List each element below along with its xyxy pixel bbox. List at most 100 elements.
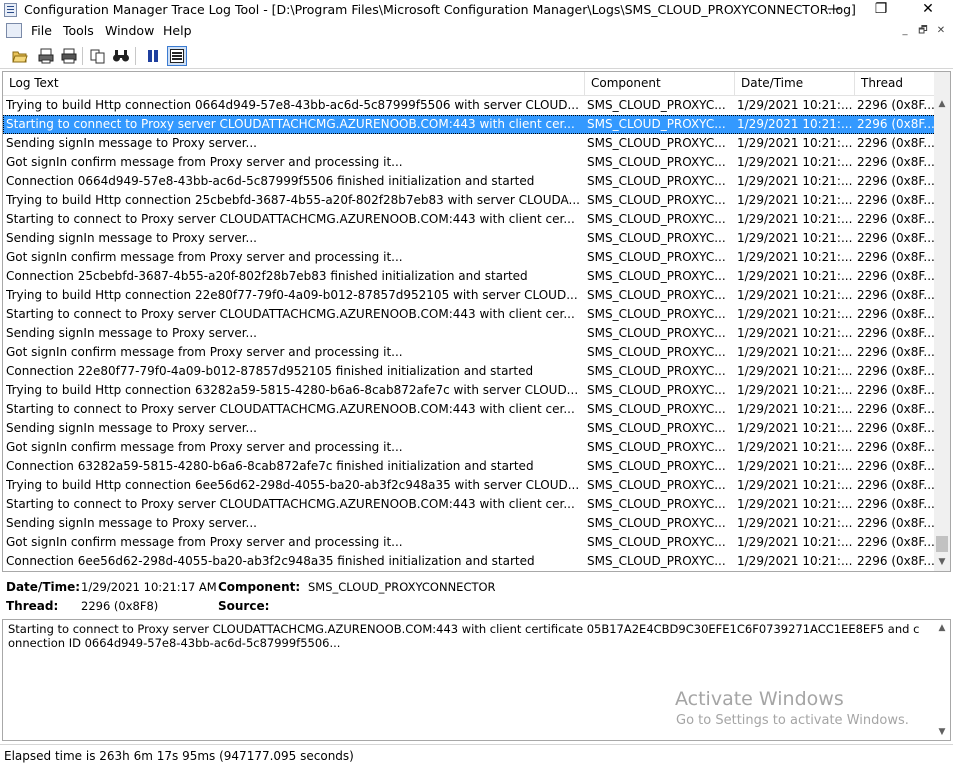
scroll-down-arrow-icon[interactable]: ▼ bbox=[934, 554, 950, 570]
component-cell: SMS_CLOUD_PROXYC... bbox=[587, 421, 726, 435]
mdi-restore-button[interactable]: 🗗 bbox=[915, 24, 931, 38]
find-icon[interactable] bbox=[111, 46, 131, 66]
thread-cell: 2296 (0x8F... bbox=[857, 307, 935, 321]
thread-cell: 2296 (0x8F... bbox=[857, 212, 935, 226]
table-row[interactable]: Trying to build Http connection 6ee56d62… bbox=[3, 476, 936, 495]
menu-window[interactable]: Window bbox=[105, 23, 154, 38]
table-row[interactable]: Starting to connect to Proxy server CLOU… bbox=[3, 495, 936, 514]
scroll-up-arrow-icon[interactable]: ▲ bbox=[934, 96, 950, 112]
table-row[interactable]: Connection 25cbebfd-3687-4b55-a20f-802f2… bbox=[3, 267, 936, 286]
table-row[interactable]: Starting to connect to Proxy server CLOU… bbox=[3, 305, 936, 324]
status-bar: Elapsed time is 263h 6m 17s 95ms (947177… bbox=[0, 744, 953, 767]
maximize-button[interactable]: ❐ bbox=[858, 0, 904, 20]
component-label: Component: bbox=[218, 580, 301, 594]
print-setup-icon[interactable] bbox=[36, 46, 56, 66]
mdi-close-button[interactable]: ✕ bbox=[933, 24, 949, 38]
message-scroll-down-arrow-icon[interactable]: ▼ bbox=[934, 724, 950, 740]
thread-cell: 2296 (0x8F... bbox=[857, 516, 935, 530]
message-vertical-scrollbar[interactable]: ▲ ▼ bbox=[934, 620, 950, 740]
thread-cell: 2296 (0x8F... bbox=[857, 231, 935, 245]
table-row[interactable]: Sending signIn message to Proxy server..… bbox=[3, 324, 936, 343]
table-row[interactable]: Connection 0664d949-57e8-43bb-ac6d-5c879… bbox=[3, 172, 936, 191]
column-header-component[interactable]: Component bbox=[585, 72, 735, 95]
column-header-thread[interactable]: Thread bbox=[855, 72, 936, 95]
message-scroll-up-arrow-icon[interactable]: ▲ bbox=[934, 620, 950, 636]
component-cell: SMS_CLOUD_PROXYC... bbox=[587, 326, 726, 340]
minimize-button[interactable]: — bbox=[811, 0, 857, 20]
column-header-datetime[interactable]: Date/Time bbox=[735, 72, 855, 95]
table-row[interactable]: Starting to connect to Proxy server CLOU… bbox=[3, 210, 936, 229]
table-row[interactable]: Connection 22e80f77-79f0-4a09-b012-87857… bbox=[3, 362, 936, 381]
menu-tools[interactable]: Tools bbox=[63, 23, 94, 38]
table-row[interactable]: Trying to build Http connection 0664d949… bbox=[3, 96, 936, 115]
log-text-cell: Got signIn confirm message from Proxy se… bbox=[6, 345, 403, 359]
table-row[interactable]: Trying to build Http connection 63282a59… bbox=[3, 381, 936, 400]
log-text-cell: Got signIn confirm message from Proxy se… bbox=[6, 155, 403, 169]
table-row[interactable]: Sending signIn message to Proxy server..… bbox=[3, 514, 936, 533]
table-row[interactable]: Sending signIn message to Proxy server..… bbox=[3, 229, 936, 248]
thread-cell: 2296 (0x8F... bbox=[857, 117, 935, 131]
component-cell: SMS_CLOUD_PROXYC... bbox=[587, 174, 726, 188]
thread-cell: 2296 (0x8F... bbox=[857, 421, 935, 435]
log-text-cell: Starting to connect to Proxy server CLOU… bbox=[6, 307, 575, 321]
thread-cell: 2296 (0x8F... bbox=[857, 174, 935, 188]
datetime-cell: 1/29/2021 10:21:... bbox=[737, 345, 853, 359]
window-title: Configuration Manager Trace Log Tool - [… bbox=[24, 2, 856, 17]
component-cell: SMS_CLOUD_PROXYC... bbox=[587, 231, 726, 245]
table-row[interactable]: Got signIn confirm message from Proxy se… bbox=[3, 438, 936, 457]
title-bar: Configuration Manager Trace Log Tool - [… bbox=[0, 0, 953, 20]
table-row[interactable]: Got signIn confirm message from Proxy se… bbox=[3, 533, 936, 552]
component-cell: SMS_CLOUD_PROXYC... bbox=[587, 364, 726, 378]
component-cell: SMS_CLOUD_PROXYC... bbox=[587, 250, 726, 264]
table-row[interactable]: Got signIn confirm message from Proxy se… bbox=[3, 248, 936, 267]
thread-value: 2296 (0x8F8) bbox=[81, 599, 159, 613]
component-cell: SMS_CLOUD_PROXYC... bbox=[587, 269, 726, 283]
highlight-icon[interactable] bbox=[167, 46, 187, 66]
pause-icon[interactable] bbox=[143, 46, 163, 66]
thread-cell: 2296 (0x8F... bbox=[857, 383, 935, 397]
datetime-cell: 1/29/2021 10:21:... bbox=[737, 440, 853, 454]
activate-windows-watermark: Activate Windows bbox=[675, 688, 844, 710]
table-row[interactable]: Got signIn confirm message from Proxy se… bbox=[3, 343, 936, 362]
component-cell: SMS_CLOUD_PROXYC... bbox=[587, 98, 726, 112]
component-cell: SMS_CLOUD_PROXYC... bbox=[587, 288, 726, 302]
open-icon[interactable] bbox=[10, 46, 30, 66]
close-button[interactable]: ✕ bbox=[905, 0, 951, 20]
log-text-cell: Connection 22e80f77-79f0-4a09-b012-87857… bbox=[6, 364, 534, 378]
thread-cell: 2296 (0x8F... bbox=[857, 535, 935, 549]
details-panel: Date/Time: 1/29/2021 10:21:17 AM Compone… bbox=[0, 574, 953, 618]
table-row[interactable]: Connection 63282a59-5815-4280-b6a6-8cab8… bbox=[3, 457, 936, 476]
table-row[interactable]: Connection 6ee56d62-298d-4055-ba20-ab3f2… bbox=[3, 552, 936, 571]
log-text-cell: Starting to connect to Proxy server CLOU… bbox=[6, 402, 575, 416]
copy-icon[interactable] bbox=[88, 46, 108, 66]
component-value: SMS_CLOUD_PROXYCONNECTOR bbox=[308, 580, 496, 594]
table-row[interactable]: Sending signIn message to Proxy server..… bbox=[3, 134, 936, 153]
component-cell: SMS_CLOUD_PROXYC... bbox=[587, 345, 726, 359]
thread-cell: 2296 (0x8F... bbox=[857, 288, 935, 302]
thread-cell: 2296 (0x8F... bbox=[857, 345, 935, 359]
thread-cell: 2296 (0x8F... bbox=[857, 326, 935, 340]
print-icon[interactable] bbox=[59, 46, 79, 66]
menu-help[interactable]: Help bbox=[163, 23, 192, 38]
table-row-selected[interactable]: Starting to connect to Proxy server CLOU… bbox=[3, 115, 936, 134]
table-row[interactable]: Trying to build Http connection 22e80f77… bbox=[3, 286, 936, 305]
menu-file[interactable]: File bbox=[31, 23, 52, 38]
table-row[interactable]: Sending signIn message to Proxy server..… bbox=[3, 419, 936, 438]
datetime-cell: 1/29/2021 10:21:... bbox=[737, 174, 853, 188]
scroll-thumb[interactable] bbox=[936, 536, 948, 552]
table-row[interactable]: Got signIn confirm message from Proxy se… bbox=[3, 153, 936, 172]
child-window-icon[interactable] bbox=[6, 23, 22, 38]
menu-bar: File Tools Window Help _ 🗗 ✕ bbox=[0, 20, 953, 41]
grid-vertical-scrollbar[interactable]: ▲ ▼ bbox=[934, 72, 950, 571]
component-cell: SMS_CLOUD_PROXYC... bbox=[587, 516, 726, 530]
thread-cell: 2296 (0x8F... bbox=[857, 554, 935, 568]
thread-cell: 2296 (0x8F... bbox=[857, 98, 935, 112]
column-header-log-text[interactable]: Log Text bbox=[3, 72, 585, 95]
log-grid[interactable]: Log Text Component Date/Time Thread Tryi… bbox=[2, 71, 951, 572]
log-text-cell: Trying to build Http connection 0664d949… bbox=[6, 98, 579, 112]
grid-header: Log Text Component Date/Time Thread bbox=[3, 72, 936, 96]
mdi-minimize-button[interactable]: _ bbox=[897, 24, 913, 38]
table-row[interactable]: Starting to connect to Proxy server CLOU… bbox=[3, 400, 936, 419]
table-row[interactable]: Trying to build Http connection 25cbebfd… bbox=[3, 191, 936, 210]
log-text-cell: Starting to connect to Proxy server CLOU… bbox=[6, 497, 575, 511]
